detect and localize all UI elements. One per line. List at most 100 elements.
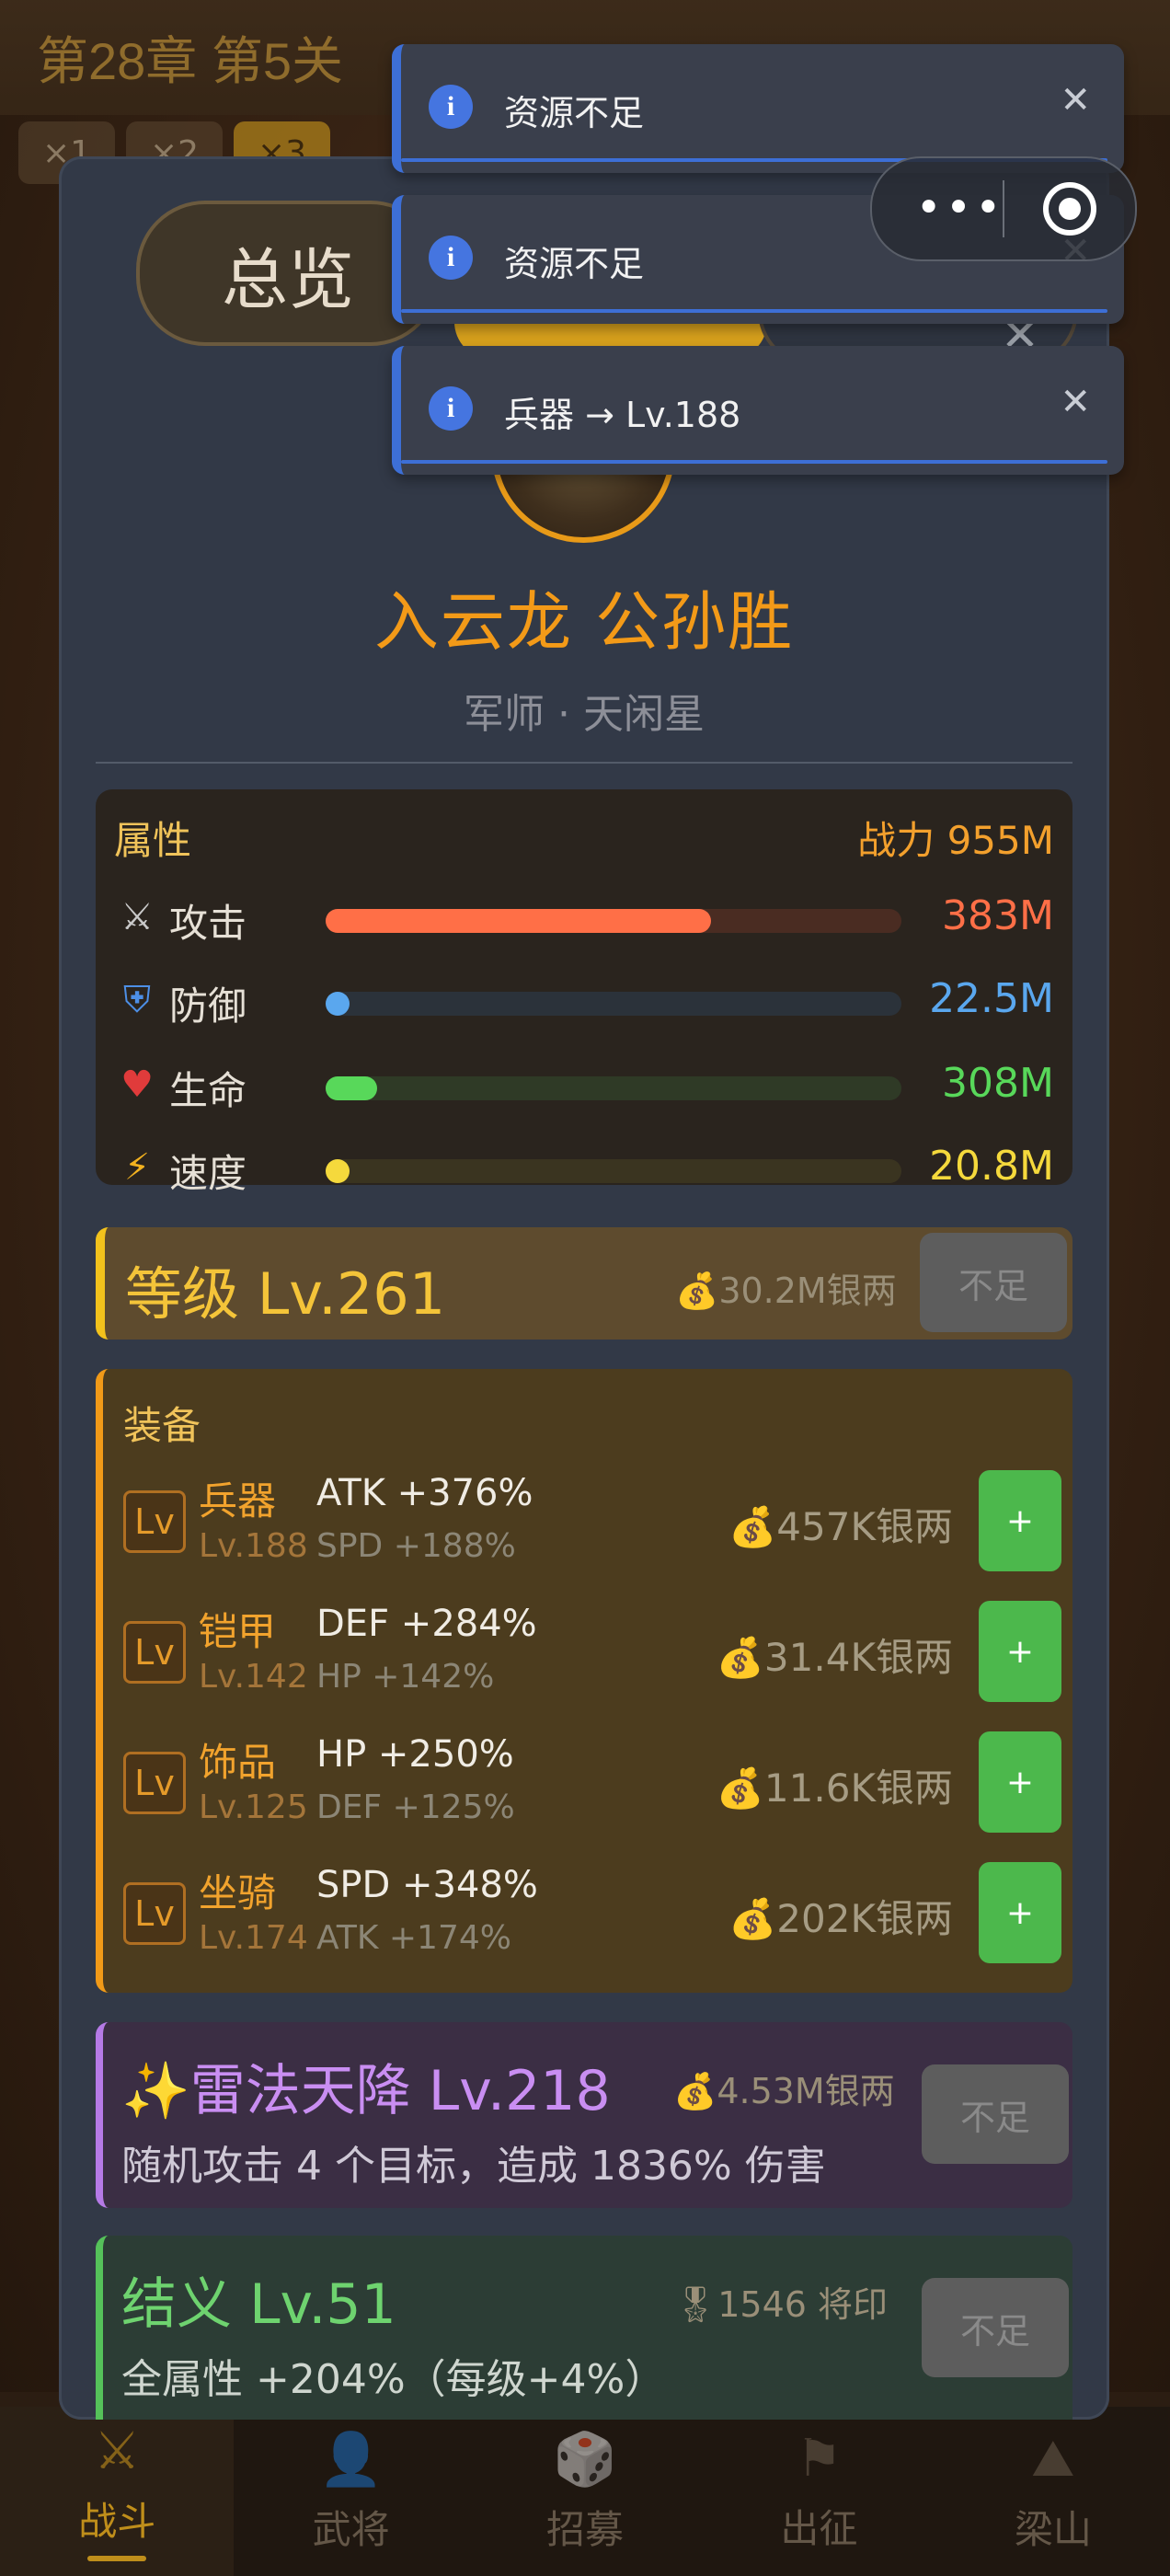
attr-bar [326, 992, 901, 1016]
equip-main-stat: SPD +348% [316, 1864, 538, 1906]
lv-badge-icon: Lv [123, 1752, 186, 1814]
sword-icon: ⚔ [120, 896, 154, 938]
toast-message: 兵器 → Lv.188 [504, 395, 741, 435]
toast-message: 资源不足 [504, 93, 645, 133]
info-icon: i [429, 386, 473, 431]
equip-main-stat: HP +250% [316, 1733, 514, 1776]
attr-bar [326, 909, 901, 933]
attributes-section: 属性 战力 955M ⚔ 攻击 383M ⛨ 防御 22.5M ♥ 生命 308… [96, 789, 1072, 1196]
lightning-icon: ⚡ [123, 1146, 151, 1189]
skill-name: ✨雷法天降 Lv.218 [121, 2059, 611, 2123]
equip-row-weapon: Lv 兵器 Lv.188 ATK +376% SPD +188% 💰457K银两… [123, 1470, 1061, 1590]
lv-badge-icon: Lv [123, 1490, 186, 1553]
shield-icon: ⛨ [123, 979, 151, 1021]
bond-upgrade-button[interactable]: 不足 [922, 2278, 1069, 2377]
equip-main-stat: DEF +284% [316, 1603, 537, 1645]
equip-upgrade-button[interactable]: + [979, 1470, 1061, 1571]
toast-message: 资源不足 [504, 244, 645, 284]
nav-label: 出征 [780, 2506, 858, 2551]
nav-battle[interactable]: ⚔ 战斗 [0, 2407, 235, 2576]
mountain-icon: ⛰ [1031, 2428, 1075, 2489]
bond-upgrade-cost: 🎖1546 将印 [673, 2284, 889, 2325]
lv-badge-icon: Lv [123, 1882, 186, 1945]
toast-notification: i 兵器 → Lv.188 ✕ [392, 346, 1124, 475]
attributes-title: 属性 [114, 818, 192, 863]
equip-main-stat: ATK +376% [316, 1472, 533, 1514]
attr-name: 攻击 [169, 901, 247, 946]
skill-upgrade-button[interactable]: 不足 [922, 2064, 1069, 2164]
attr-bar-fill [326, 1076, 378, 1100]
bond-name: 结义 Lv.51 [121, 2272, 396, 2337]
equip-upgrade-button[interactable]: + [979, 1862, 1061, 1963]
equip-upgrade-cost: 💰457K银两 [728, 1504, 953, 1549]
attr-value: 383M [942, 892, 1054, 939]
equip-sub-stat: DEF +125% [316, 1788, 515, 1826]
equip-upgrade-button[interactable]: + [979, 1601, 1061, 1702]
nav-label: 招募 [546, 2506, 625, 2552]
attr-row-attack: ⚔ 攻击 383M [114, 891, 1054, 946]
heart-icon: ♥ [120, 1064, 154, 1106]
equip-sub-stat: HP +142% [316, 1658, 495, 1696]
close-icon[interactable]: ✕ [1060, 79, 1091, 121]
mini-program-capsule: ••• [870, 156, 1137, 261]
attr-bar-fill [326, 1159, 350, 1183]
equip-name: 铠甲 [199, 1609, 277, 1654]
equipment-section: 装备 Lv 兵器 Lv.188 ATK +376% SPD +188% 💰457… [96, 1369, 1072, 1993]
attr-value: 308M [942, 1060, 1054, 1107]
attr-name: 生命 [169, 1068, 247, 1113]
nav-label: 梁山 [1014, 2506, 1092, 2552]
nav-label: 战斗 [78, 2499, 156, 2544]
attr-value: 20.8M [929, 1143, 1054, 1190]
crossed-swords-icon: ⚔ [94, 2421, 141, 2481]
equip-name: 饰品 [199, 1740, 277, 1785]
info-icon: i [429, 236, 473, 280]
exit-target-icon[interactable] [1043, 182, 1096, 236]
stage-title: 第28章 第5关 [37, 32, 343, 90]
divider [96, 762, 1072, 764]
close-icon[interactable]: ✕ [1060, 381, 1091, 423]
equip-row-armor: Lv 铠甲 Lv.142 DEF +284% HP +142% 💰31.4K银两… [123, 1601, 1061, 1720]
equip-level: Lv.142 [199, 1658, 308, 1696]
info-icon: i [429, 85, 473, 129]
equip-level: Lv.125 [199, 1788, 308, 1826]
equip-row-mount: Lv 坐骑 Lv.174 SPD +348% ATK +174% 💰202K银两… [123, 1862, 1061, 1982]
attr-bar [326, 1076, 901, 1100]
equip-level: Lv.188 [199, 1527, 308, 1565]
hero-role-star: 军师 · 天闲星 [464, 691, 705, 738]
equip-upgrade-cost: 💰11.6K银两 [716, 1765, 953, 1811]
attr-row-defense: ⛨ 防御 22.5M [114, 973, 1054, 1029]
attr-bar-fill [326, 909, 712, 933]
equip-level: Lv.174 [199, 1919, 308, 1957]
hero-detail-panel: 总览 入云龙 公孙胜 军师 · 天闲星 属性 战力 955M ⚔ 攻击 383M… [59, 156, 1109, 2420]
skill-section: ✨雷法天降 Lv.218 💰4.53M银两 随机攻击 4 个目标，造成 1836… [96, 2022, 1072, 2208]
equip-upgrade-cost: 💰202K银两 [728, 1896, 953, 1941]
equip-name: 坐骑 [199, 1870, 277, 1915]
equipment-title: 装备 [123, 1403, 201, 1448]
equip-upgrade-button[interactable]: + [979, 1731, 1061, 1833]
skill-description: 随机攻击 4 个目标，造成 1836% 伤害 [121, 2143, 826, 2190]
attr-name: 防御 [169, 983, 247, 1029]
equip-row-accessory: Lv 饰品 Lv.125 HP +250% DEF +125% 💰11.6K银两… [123, 1731, 1061, 1851]
equip-sub-stat: ATK +174% [316, 1919, 511, 1957]
more-icon[interactable]: ••• [905, 182, 1015, 234]
attr-value: 22.5M [929, 975, 1054, 1022]
combat-power: 战力 955M [857, 818, 1054, 863]
bond-description: 全属性 +204%（每级+4%） [121, 2356, 666, 2403]
nav-liangshan[interactable]: ⛰ 梁山 [936, 2407, 1170, 2576]
nav-generals[interactable]: 👤 武将 [234, 2407, 467, 2576]
level-upgrade-cost: 💰30.2M银两 [675, 1271, 897, 1311]
level-upgrade-button[interactable]: 不足 [920, 1233, 1067, 1332]
lv-badge-icon: Lv [123, 1621, 186, 1684]
capsule-divider [1003, 180, 1004, 237]
hero-level: 等级 Lv.261 [125, 1260, 446, 1328]
flag-icon: ⚑ [796, 2429, 843, 2489]
attr-bar-fill [326, 992, 350, 1016]
attr-row-speed: ⚡ 速度 20.8M [114, 1141, 1054, 1196]
equip-upgrade-cost: 💰31.4K银两 [716, 1635, 953, 1680]
attr-row-hp: ♥ 生命 308M [114, 1058, 1054, 1113]
nav-expedition[interactable]: ⚑ 出征 [702, 2407, 935, 2576]
skill-upgrade-cost: 💰4.53M银两 [673, 2071, 895, 2111]
attr-name: 速度 [169, 1151, 247, 1196]
bottom-nav: ⚔ 战斗 👤 武将 🎲 招募 ⚑ 出征 ⛰ 梁山 [0, 2407, 1170, 2576]
nav-recruit[interactable]: 🎲 招募 [468, 2407, 702, 2576]
